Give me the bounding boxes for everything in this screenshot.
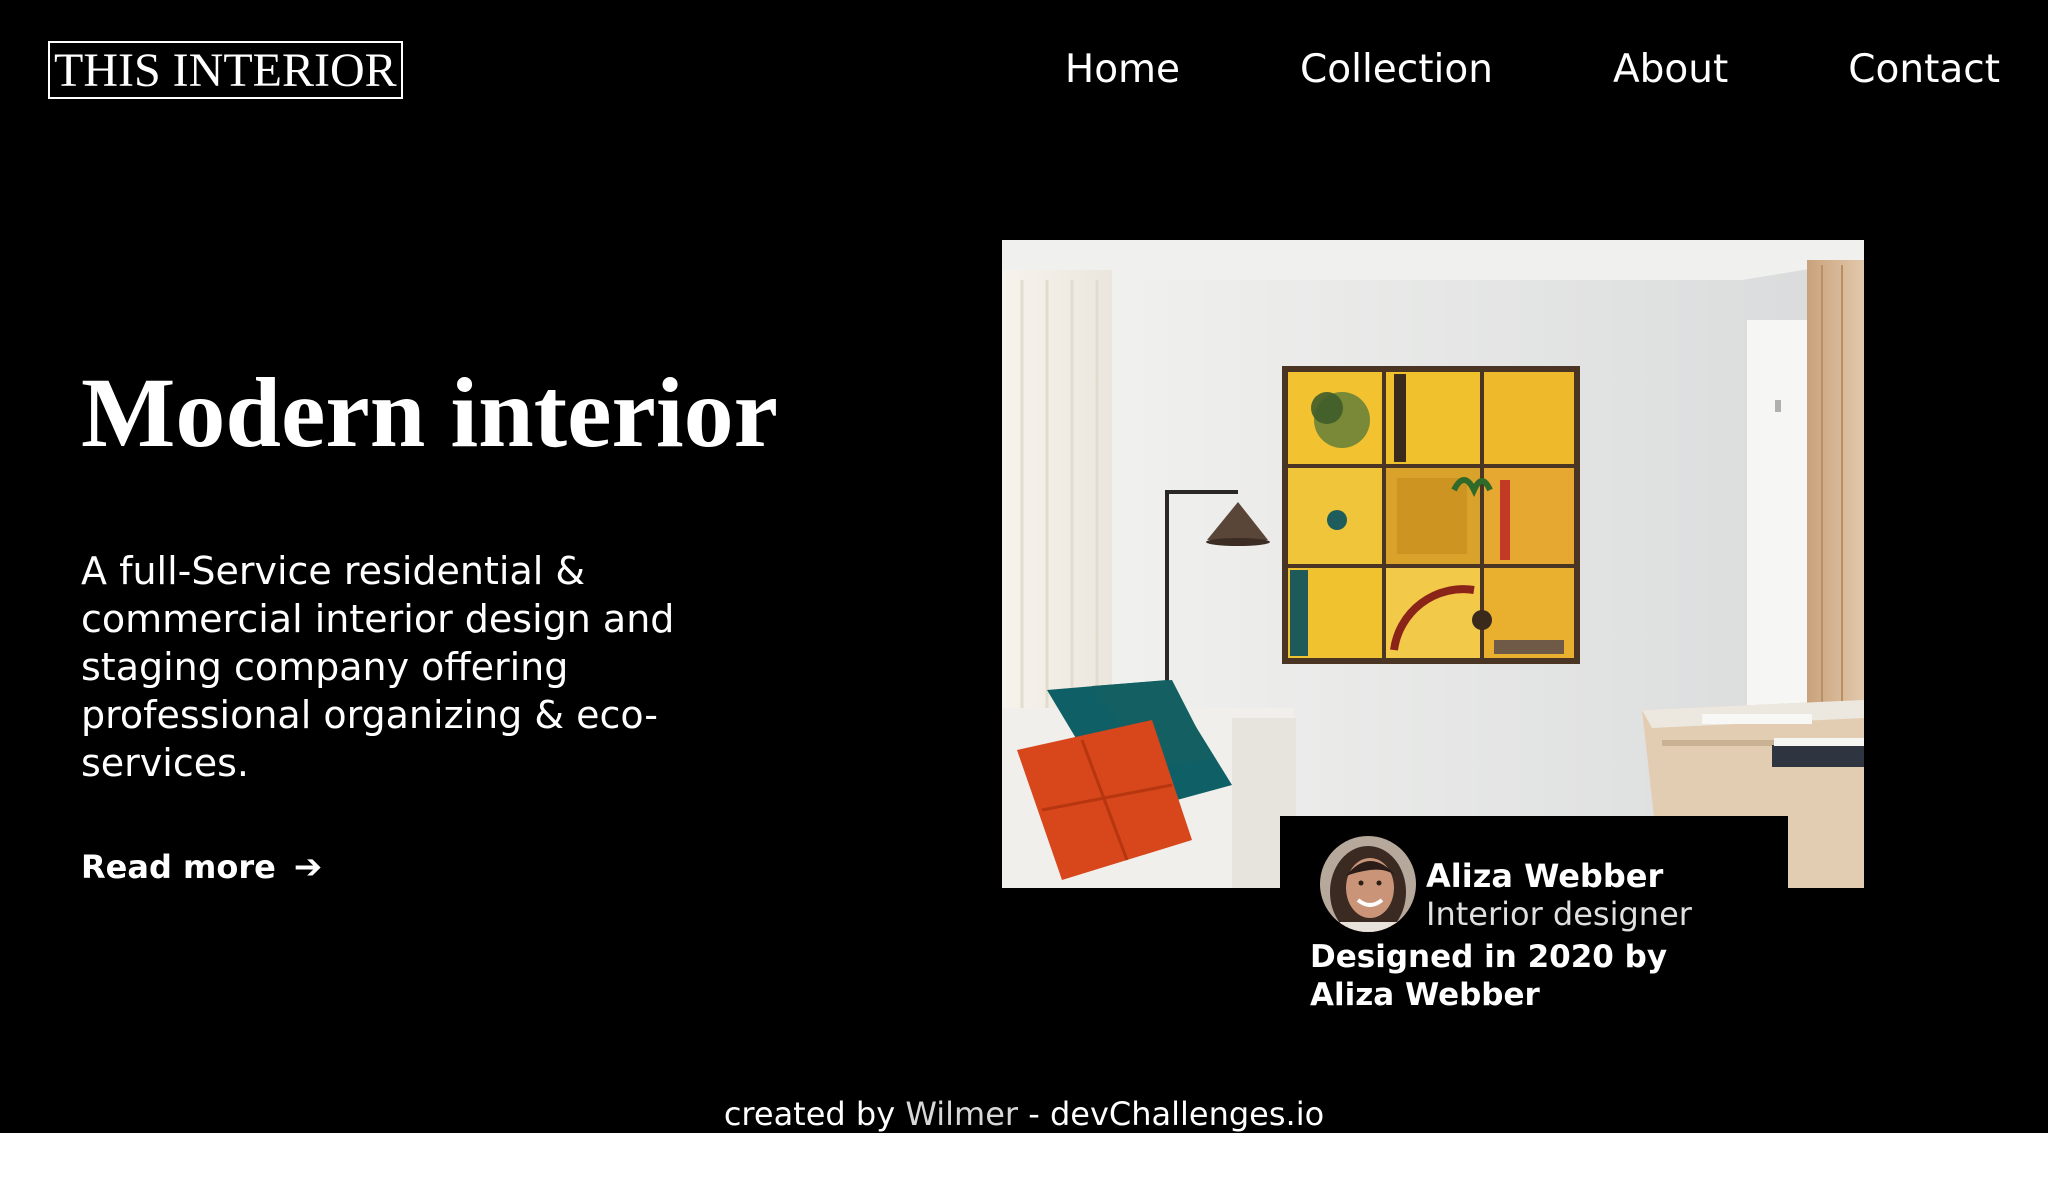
footer-site: devChallenges.io: [1049, 1095, 1325, 1133]
main-nav: Home Collection About Contact: [1065, 44, 2000, 96]
designer-avatar: [1320, 836, 1416, 932]
nav-home-link[interactable]: Home: [1065, 44, 1180, 96]
hero-description: A full-Service residential & commercial …: [81, 549, 675, 785]
hero-room-image: [1002, 240, 1864, 888]
designer-card: Aliza Webber Interior designer Designed …: [1280, 816, 1788, 1036]
nav-contact-link[interactable]: Contact: [1848, 44, 2000, 96]
designer-name: Aliza Webber: [1426, 857, 1664, 895]
read-more-label: Read more: [81, 848, 276, 886]
nav-about-link[interactable]: About: [1613, 44, 1728, 96]
footer-prefix: created by: [723, 1095, 906, 1133]
read-more-link[interactable]: Read more ➔: [81, 846, 322, 888]
arrow-right-icon: ➔: [293, 847, 323, 887]
nav-collection-link[interactable]: Collection: [1300, 44, 1493, 96]
site-logo[interactable]: THIS INTERIOR: [48, 41, 403, 99]
footer-separator: -: [1018, 1095, 1050, 1133]
hero-title: Modern interior: [81, 357, 779, 468]
page: THIS INTERIOR Home Collection About Cont…: [0, 0, 2048, 1133]
footer-author-link[interactable]: Wilmer: [905, 1095, 1018, 1133]
design-credit: Designed in 2020 by Aliza Webber: [1310, 939, 1668, 1013]
footer-credit: created by Wilmer - devChallenges.io: [0, 1094, 2048, 1133]
designer-role: Interior designer: [1426, 895, 1692, 933]
